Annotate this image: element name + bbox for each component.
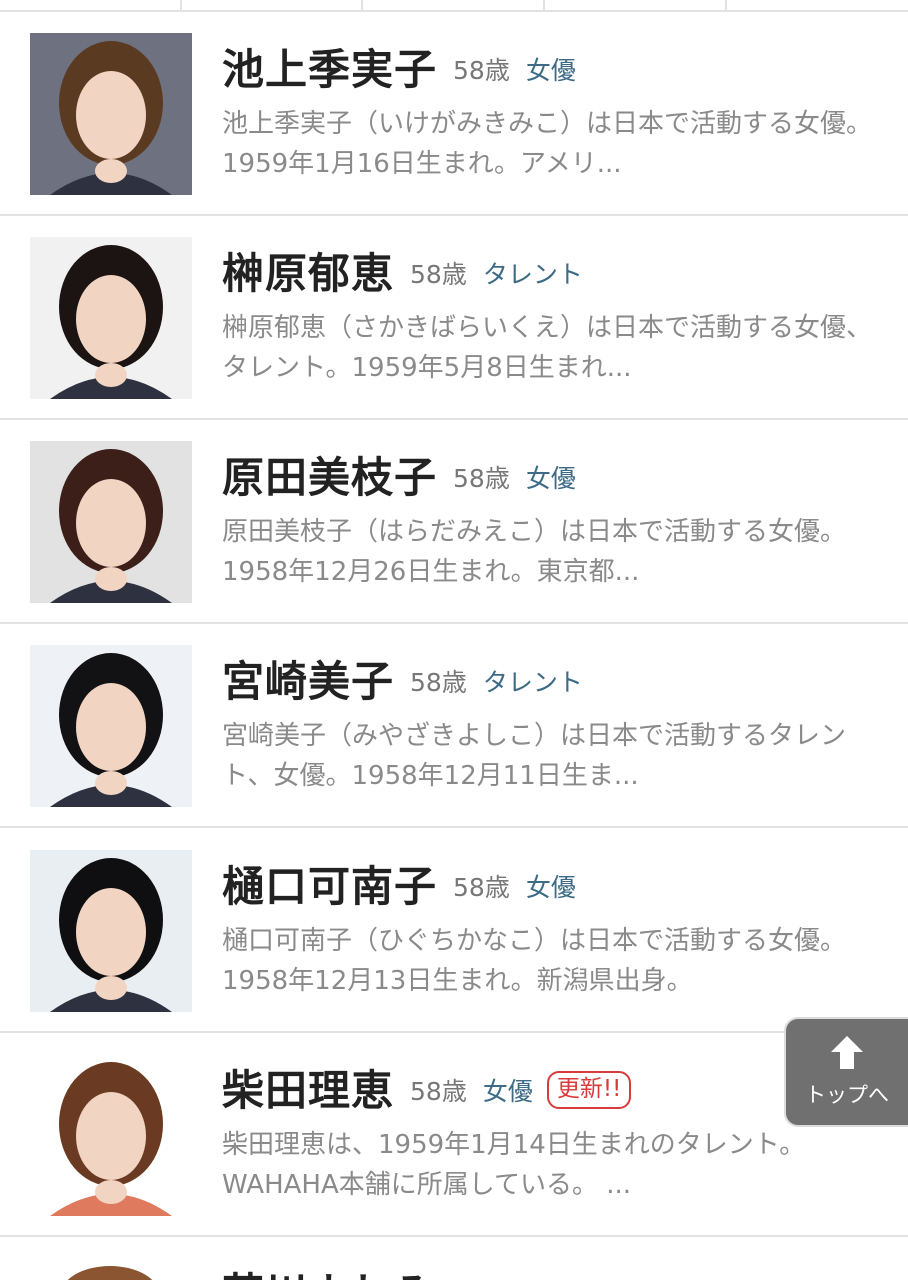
person-title-line: 樋口可南子 58歳 女優 (222, 853, 576, 913)
person-age: 58歳 (410, 668, 467, 697)
list-item[interactable]: 柴田理恵 58歳 女優 更新!! 柴田理恵は、1959年1月14日生まれのタレント。WA… (0, 1033, 908, 1237)
list-item[interactable]: 池上季実子 58歳 女優池上季実子（いけがみきみこ）は日本で活動する女優。1959年… (0, 12, 908, 216)
person-age: 58歳 (453, 56, 510, 85)
person-description: 原田美枝子（はらだみえこ）は日本で活動する女優。1958年12月26日生まれ。東… (222, 517, 847, 587)
person-age: 58歳 (453, 873, 510, 902)
person-photo (30, 237, 192, 399)
person-title-line: 柴田理恵 58歳 女優 更新!! (222, 1057, 632, 1118)
person-description: 榊原郁恵（さかきばらいくえ）は日本で活動する女優、タレント。1959年5月8日生… (222, 313, 873, 383)
person-photo (30, 1054, 192, 1216)
person-age: 58歳 (453, 464, 510, 493)
list-item[interactable]: 原田美枝子 58歳 女優原田美枝子（はらだみえこ）は日本で活動する女優。1958年1… (0, 420, 908, 624)
person-title-line: 原田美枝子 58歳 女優 (222, 444, 576, 504)
person-description: 柴田理恵は、1959年1月14日生まれのタレント。WAHAHA本舗に所属している… (222, 1130, 806, 1200)
person-name[interactable]: 原田美枝子 (222, 444, 437, 505)
person-photo (30, 33, 192, 195)
person-name[interactable]: 宮崎美子 (222, 648, 394, 709)
top-tab-strip (0, 0, 908, 12)
person-category: タレント (482, 668, 583, 697)
person-description: 宮崎美子（みやざきよしこ）は日本で活動するタレント、女優。1958年12月11日… (222, 721, 847, 791)
updated-badge: 更新!! (546, 1071, 632, 1109)
person-category: 女優 (525, 56, 576, 85)
person-description: 樋口可南子（ひぐちかなこ）は日本で活動する女優。1958年12月13日生まれ。新… (222, 926, 847, 996)
person-title-line: 池上季実子 58歳 女優 (222, 36, 576, 96)
tab-divider (543, 0, 545, 10)
person-category: 女優 (482, 1077, 533, 1106)
person-title-line: 榊原郁恵 58歳 タレント (222, 240, 583, 300)
person-age: 58歳 (410, 1077, 467, 1106)
tab-divider (361, 0, 363, 10)
person-title-line: 宮崎美子 58歳 タレント (222, 648, 583, 708)
person-name[interactable]: 柴田理恵 (222, 1057, 394, 1118)
list-item[interactable]: 榊原郁恵 58歳 タレント榊原郁恵（さかきばらいくえ）は日本で活動する女優、タレント… (0, 216, 908, 420)
list-item-partial[interactable]: 芸川よしみ (0, 1242, 908, 1280)
person-description: 池上季実子（いけがみきみこ）は日本で活動する女優。1959年1月16日生まれ。ア… (222, 109, 873, 179)
arrow-up-icon (831, 1036, 863, 1069)
person-age: 58歳 (410, 260, 467, 289)
tab-divider (725, 0, 727, 10)
person-category: タレント (482, 260, 583, 289)
person-category: 女優 (525, 464, 576, 493)
list-item[interactable]: 宮崎美子 58歳 タレント宮崎美子（みやざきよしこ）は日本で活動するタレント、女優。… (0, 624, 908, 828)
person-name[interactable]: 榊原郁恵 (222, 240, 394, 301)
person-name: 芸川よしみ (222, 1260, 437, 1280)
person-name[interactable]: 樋口可南子 (222, 853, 437, 914)
back-to-top-button[interactable]: トップへ (784, 1017, 908, 1127)
tab-divider (180, 0, 182, 10)
person-photo (30, 441, 192, 603)
person-photo (30, 1256, 192, 1280)
person-category: 女優 (525, 873, 576, 902)
person-photo (30, 850, 192, 1012)
list-item[interactable]: 樋口可南子 58歳 女優樋口可南子（ひぐちかなこ）は日本で活動する女優。1958年1… (0, 829, 908, 1033)
person-name[interactable]: 池上季実子 (222, 36, 437, 97)
back-to-top-label: トップへ (805, 1083, 889, 1107)
person-photo (30, 645, 192, 807)
